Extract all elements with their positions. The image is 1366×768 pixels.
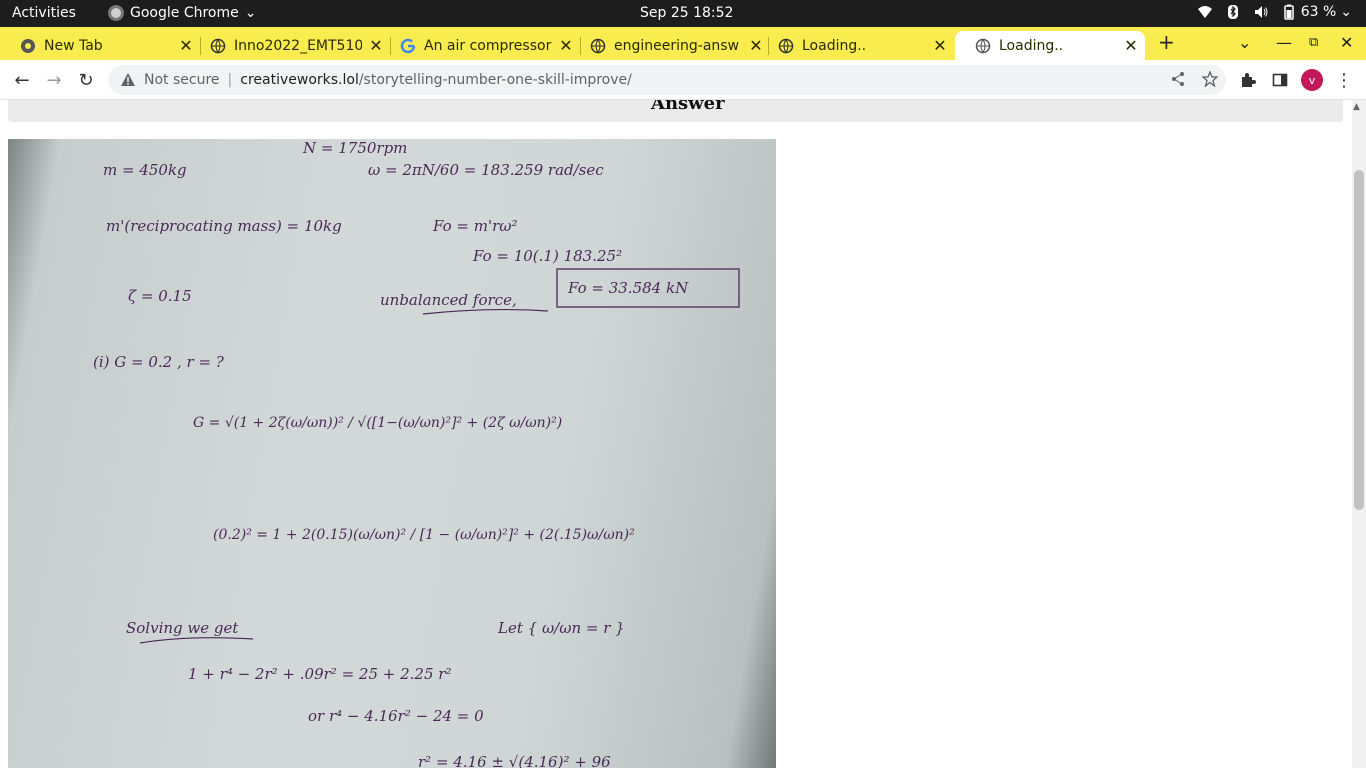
hw-expanded: 1 + r⁴ − 2r² + .09r² = 25 + 2.25 r²: [188, 665, 451, 683]
tab-strip: New Tab ✕ Inno2022_EMT510 ✕ An air compr…: [0, 27, 1366, 60]
hw-zeta: ζ = 0.15: [128, 287, 192, 305]
battery-icon: [1283, 4, 1294, 20]
hw-omega: ω = 2πN/60 = 183.259 rad/sec: [368, 161, 604, 179]
security-label[interactable]: Not secure: [144, 72, 220, 88]
reload-button[interactable]: ↻: [74, 68, 98, 92]
close-icon[interactable]: ✕: [1117, 36, 1145, 55]
hw-force-sub: Fo = 10(.1) 183.25²: [472, 247, 622, 265]
hw-force-result: Fo = 33.584 kN: [567, 279, 689, 297]
hw-G-formula: G = √(1 + 2ζ(ω/ωn))² / √([1−(ω/ωn)²]² + …: [193, 415, 562, 431]
back-button[interactable]: ←: [10, 68, 34, 92]
globe-icon: [590, 38, 606, 53]
hw-substituted: (0.2)² = 1 + 2(0.15)(ω/ωn)² / [1 − (ω/ωn…: [213, 527, 635, 543]
system-top-bar: Activities Google Chrome ⌄ Sep 25 18:52 …: [0, 0, 1366, 27]
hw-unbalanced: unbalanced force,: [380, 291, 517, 309]
globe-icon: [210, 38, 226, 53]
url-domain: creativeworks.lol: [240, 72, 359, 88]
hw-speed: N = 1750rpm: [302, 139, 407, 157]
forward-button[interactable]: →: [42, 68, 66, 92]
tab-loading-active[interactable]: Loading.. ✕: [955, 31, 1145, 60]
address-bar[interactable]: Not secure | creativeworks.lol /storytel…: [108, 65, 1226, 95]
warning-icon: [121, 73, 135, 86]
app-menu[interactable]: Google Chrome ⌄: [108, 5, 256, 21]
side-panel-icon[interactable]: [1272, 72, 1288, 88]
handwritten-solution-image: m = 450kg N = 1750rpm ω = 2πN/60 = 183.2…: [8, 139, 776, 768]
hw-let: Let { ω/ωn = r }: [497, 619, 625, 637]
hw-recip-mass: m'(reciprocating mass) = 10kg: [106, 217, 342, 235]
tab-inno2022[interactable]: Inno2022_EMT510 ✕: [190, 31, 390, 60]
tab-engineering-answers[interactable]: engineering-answ ✕: [570, 31, 770, 60]
bookmark-star-icon[interactable]: [1202, 71, 1218, 87]
globe-icon: [975, 38, 991, 53]
activities-button[interactable]: Activities: [12, 5, 76, 21]
hw-quadratic: r² = 4.16 ± √(4.16)² + 96: [418, 753, 611, 768]
minimize-button[interactable]: —: [1276, 33, 1292, 52]
close-icon[interactable]: ✕: [926, 36, 954, 55]
google-icon: [400, 38, 416, 53]
chevron-down-icon: ⌄: [244, 5, 257, 21]
tab-air-compressor[interactable]: An air compressor ✕: [380, 31, 580, 60]
answer-heading-bar: Answer: [8, 100, 1343, 122]
wifi-icon: [1197, 6, 1212, 18]
volume-icon: [1254, 6, 1268, 18]
chrome-icon: [21, 38, 35, 53]
bluetooth-icon: [1227, 5, 1238, 19]
scrollbar-thumb[interactable]: [1354, 170, 1364, 510]
tab-new-tab[interactable]: New Tab ✕: [0, 31, 200, 60]
browser-toolbar: ← → ↻ Not secure | creativeworks.lol /st…: [0, 60, 1366, 100]
restore-button[interactable]: ⧉: [1309, 35, 1318, 50]
scroll-up-arrow-icon[interactable]: ▲: [1353, 102, 1360, 112]
hw-part-i: (i) G = 0.2 , r = ?: [93, 353, 225, 371]
profile-avatar[interactable]: v: [1301, 69, 1323, 91]
page-content: Answer m = 450kg N = 1750rpm ω = 2πN/60 …: [0, 100, 1366, 768]
url-path: /storytelling-number-one-skill-improve/: [358, 72, 632, 88]
answer-heading: Answer: [651, 100, 725, 114]
hw-solving: Solving we get: [126, 619, 239, 637]
system-tray[interactable]: 63 % ⌄: [1197, 4, 1352, 20]
battery-percent: 63 %: [1300, 4, 1337, 20]
hw-mass: m = 450kg: [103, 161, 187, 179]
hw-quartic: or r⁴ − 4.16r² − 24 = 0: [308, 707, 484, 725]
chrome-icon: [108, 5, 124, 21]
extensions-icon[interactable]: [1240, 72, 1256, 88]
share-icon[interactable]: [1170, 71, 1186, 87]
app-name: Google Chrome: [130, 5, 239, 21]
clock[interactable]: Sep 25 18:52: [640, 5, 733, 21]
chevron-down-icon: ⌄: [1340, 4, 1352, 20]
globe-icon: [778, 38, 794, 53]
tab-loading-1[interactable]: Loading.. ✕: [758, 31, 954, 60]
new-tab-button[interactable]: +: [1158, 30, 1175, 54]
menu-kebab-icon[interactable]: ⋮: [1332, 68, 1356, 92]
tab-search-chevron-icon[interactable]: ⌄: [1238, 33, 1251, 52]
close-window-button[interactable]: ✕: [1340, 33, 1353, 52]
hw-force-formula: Fo = m'rω²: [432, 217, 518, 235]
